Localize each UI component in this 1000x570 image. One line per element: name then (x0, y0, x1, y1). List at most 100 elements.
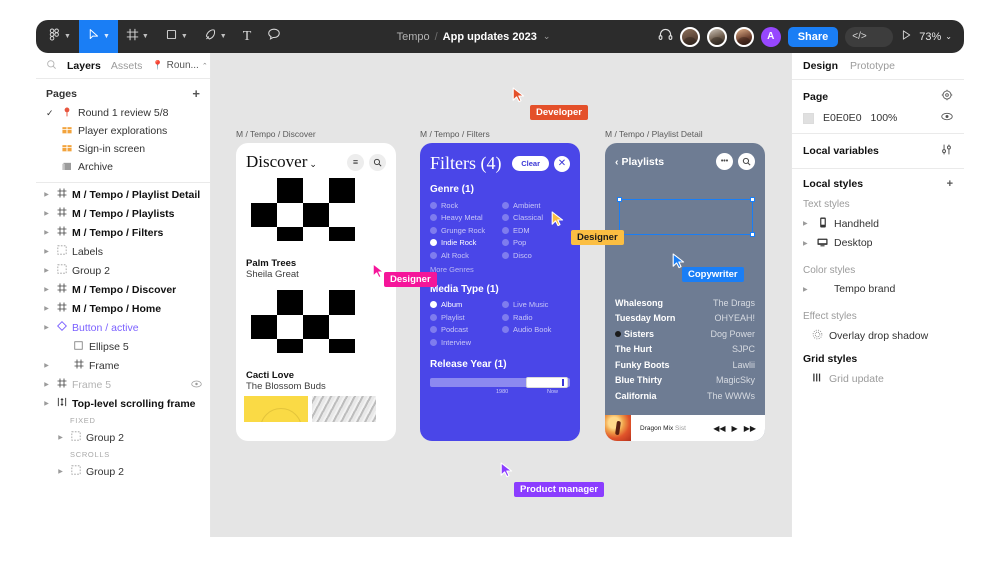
page-opacity[interactable]: 100% (871, 112, 898, 124)
breadcrumb-file[interactable]: App updates 2023 (443, 31, 537, 43)
disclosure-triangle-icon[interactable]: ▶ (42, 286, 51, 293)
tab-prototype[interactable]: Prototype (850, 60, 895, 72)
page-item[interactable]: Sign-in screen (36, 140, 210, 158)
tab-layers[interactable]: Layers (67, 60, 101, 72)
layer-row[interactable]: ▶ M / Tempo / Home (36, 299, 210, 318)
track-row[interactable]: Blue Thirty MagicSky (615, 373, 755, 389)
avatar[interactable] (679, 26, 700, 47)
disclosure-triangle-icon[interactable]: ▶ (42, 400, 51, 407)
mini-player[interactable]: Dragon Mix Sist ◀◀ ▶ ▶▶ (605, 415, 765, 441)
disclosure-triangle-icon[interactable]: ▶ (42, 229, 51, 236)
filter-option[interactable]: Live Music (502, 299, 570, 312)
avatar-current-user[interactable]: A (760, 26, 781, 47)
frame-playlist-detail[interactable]: ‹ Playlists ••• Whalesong The Drags Tuesda… (605, 143, 765, 441)
dev-mode-toggle[interactable]: </> (845, 26, 894, 47)
filter-option[interactable]: Radio (502, 311, 570, 324)
filter-option[interactable]: Audio Book (502, 324, 570, 337)
filter-option[interactable]: Rock (430, 199, 498, 212)
color-swatch[interactable] (803, 112, 814, 124)
track-row[interactable]: Funky Boots Lawlii (615, 357, 755, 373)
breadcrumb-project[interactable]: Tempo (397, 31, 430, 43)
layer-row[interactable]: ▶ Group 2 (36, 428, 210, 447)
visibility-icon[interactable] (191, 380, 202, 390)
style-item-overlay-drop-shadow[interactable]: Overlay drop shadow (792, 322, 964, 342)
comment-tool-button[interactable] (259, 20, 289, 53)
thumbnail[interactable] (312, 396, 376, 422)
avatar[interactable] (706, 26, 727, 47)
style-item-tempo-brand[interactable]: ▶ Tempo brand (792, 276, 964, 295)
disclosure-triangle-icon[interactable]: ▶ (42, 324, 51, 331)
disclosure-triangle-icon[interactable]: ▶ (42, 267, 51, 274)
filter-option[interactable]: Alt Rock (430, 249, 498, 262)
year-slider-track[interactable] (430, 376, 570, 388)
disclosure-triangle-icon[interactable]: ▶ (42, 381, 51, 388)
file-menu-chevron-icon[interactable]: ⌄ (543, 32, 551, 41)
move-tool-button[interactable]: ▼ (78, 20, 118, 53)
share-button[interactable]: Share (787, 26, 839, 47)
search-icon[interactable] (738, 153, 755, 170)
frame-discover[interactable]: Discover ⌄ ≡ Palm Trees Sheila Great Cac… (236, 143, 396, 441)
headphones-icon[interactable] (658, 27, 673, 47)
zoom-control[interactable]: 73% ⌄ (919, 31, 952, 43)
filter-option[interactable]: Album (430, 299, 498, 312)
disclosure-triangle-icon[interactable]: ▶ (56, 434, 65, 441)
style-item-desktop[interactable]: ▶ Desktop (792, 230, 964, 249)
tab-design[interactable]: Design (803, 60, 838, 72)
track-row[interactable]: Tuesday Morn OHYEAH! (615, 311, 755, 327)
filter-option[interactable]: Indie Rock (430, 237, 498, 250)
style-item-handheld[interactable]: ▶ Handheld (792, 210, 964, 230)
layer-row[interactable]: ▶ M / Tempo / Playlist Detail (36, 185, 210, 204)
layer-row[interactable]: ▶ M / Tempo / Discover (36, 280, 210, 299)
layer-row[interactable]: ▶ Group 2 (36, 261, 210, 280)
filter-icon[interactable]: ≡ (347, 153, 364, 171)
page-color-row[interactable]: E0E0E0 100% (803, 112, 953, 124)
disclosure-triangle-icon[interactable]: ▶ (56, 468, 65, 475)
chevron-right-icon[interactable]: ▶ (803, 286, 811, 293)
layer-row[interactable]: ▶ Top-level scrolling frame (36, 394, 210, 413)
disclosure-triangle-icon[interactable]: ▶ (42, 362, 51, 369)
layer-row[interactable]: Ellipse 5 (36, 337, 210, 356)
filter-option[interactable]: Interview (430, 336, 498, 349)
disclosure-triangle-icon[interactable]: ▶ (42, 210, 51, 217)
frame-label-discover[interactable]: M / Tempo / Discover (236, 129, 316, 139)
selected-element-bounds[interactable] (617, 197, 755, 237)
local-variables-section[interactable]: Local variables (792, 134, 964, 169)
page-item[interactable]: Player explorations (36, 122, 210, 140)
tab-assets[interactable]: Assets (111, 60, 143, 72)
clear-filters-button[interactable]: Clear (512, 156, 549, 171)
sliders-icon[interactable] (940, 143, 953, 159)
page-item[interactable]: ✓ Round 1 review 5/8 (36, 104, 210, 122)
frame-filters[interactable]: Filters (4) Clear ✕ Genre (1) Rock Heavy … (420, 143, 580, 441)
layer-row[interactable]: ▶ Group 2 (36, 462, 210, 481)
chevron-right-icon[interactable]: ▶ (803, 240, 811, 247)
resize-handle-top-left[interactable] (617, 197, 622, 202)
thumbnail[interactable] (244, 396, 308, 422)
close-icon[interactable]: ✕ (554, 155, 570, 172)
frame-label-playlist-detail[interactable]: M / Tempo / Playlist Detail (605, 129, 703, 139)
chevron-right-icon[interactable]: ▶ (803, 220, 811, 227)
layer-row[interactable]: ▶ Labels (36, 242, 210, 261)
style-item-grid-update[interactable]: Grid update (792, 365, 964, 385)
layer-row[interactable]: ▶ M / Tempo / Playlists (36, 204, 210, 223)
filter-option[interactable]: Heavy Metal (430, 212, 498, 225)
filter-option[interactable]: Ambient (502, 199, 570, 212)
search-icon[interactable] (46, 59, 57, 73)
layer-row[interactable]: ▶ Frame (36, 356, 210, 375)
branch-selector[interactable]: 📍 Roun... ⌃ (152, 60, 207, 71)
next-icon[interactable]: ▶▶ (744, 424, 756, 433)
previous-icon[interactable]: ◀◀ (713, 424, 725, 433)
present-button[interactable] (900, 29, 912, 44)
resize-handle-top-right[interactable] (750, 197, 755, 202)
filter-option[interactable]: Pop (502, 237, 570, 250)
canvas[interactable]: M / Tempo / Discover M / Tempo / Filters… (211, 53, 791, 537)
track-row[interactable]: Whalesong The Drags (615, 295, 755, 311)
year-slider-handle[interactable] (526, 376, 568, 388)
add-style-button[interactable]: + (947, 178, 953, 190)
chevron-down-icon[interactable]: ⌄ (309, 159, 317, 169)
shape-tool-button[interactable]: ▼ (157, 20, 196, 53)
more-options-icon[interactable]: ••• (716, 153, 733, 170)
resize-handle-bottom-right[interactable] (750, 232, 755, 237)
more-genres-link[interactable]: More Genres (420, 262, 580, 274)
text-tool-button[interactable]: T (235, 20, 260, 53)
filter-option[interactable]: Playlist (430, 311, 498, 324)
